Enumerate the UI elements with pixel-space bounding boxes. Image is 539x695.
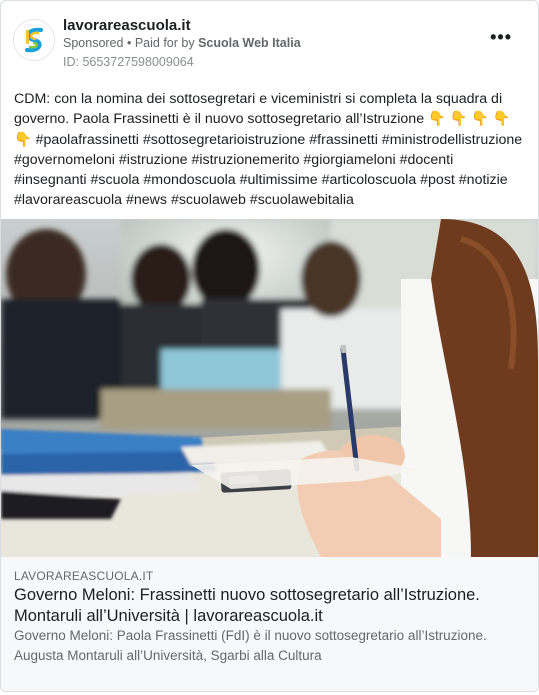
ad-id: ID: 5653727598009064 — [63, 55, 194, 69]
link-preview[interactable]: LAVORAREASCUOLA.IT Governo Meloni: Frass… — [1, 557, 538, 691]
link-description: Governo Meloni: Paola Frassinetti (FdI) … — [14, 628, 487, 663]
sponsored-label: Sponsored — [63, 36, 124, 50]
link-domain: LAVORAREASCUOLA.IT — [14, 569, 154, 583]
post-image[interactable] — [1, 219, 538, 557]
sponsored-line: Sponsored • Paid for by Scuola Web Itali… — [63, 36, 301, 50]
post-text: CDM: con la nomina dei sottosegretari e … — [14, 91, 523, 209]
page-name-link[interactable]: lavorareascuola.it — [63, 17, 191, 34]
more-options-icon[interactable]: ••• — [490, 27, 512, 48]
paid-for-label: Paid for by — [134, 36, 195, 50]
link-title[interactable]: Governo Meloni: Frassinetti nuovo sottos… — [14, 585, 524, 627]
post-header: lavorareascuola.it Sponsored • Paid for … — [13, 15, 526, 75]
separator-dot: • — [126, 36, 132, 50]
ad-card: lavorareascuola.it Sponsored • Paid for … — [0, 0, 539, 692]
payer-name: Scuola Web Italia — [198, 36, 301, 50]
page-logo-icon[interactable] — [13, 19, 55, 61]
